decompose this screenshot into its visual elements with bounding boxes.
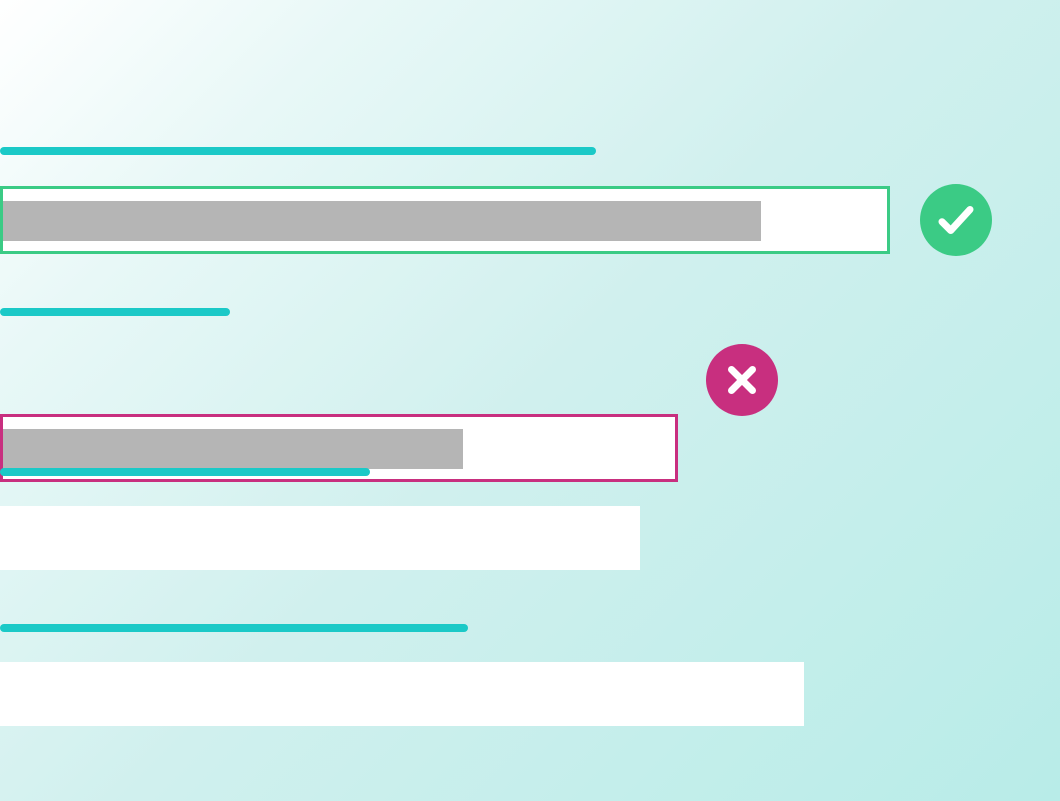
valid-input-box [0, 186, 890, 254]
invalid-input-fill [3, 429, 463, 469]
placeholder-line-4 [0, 624, 468, 632]
check-icon [920, 184, 992, 256]
valid-input-fill [3, 201, 761, 241]
placeholder-line-1 [0, 147, 596, 155]
neutral-input-box-2 [0, 662, 804, 726]
cross-icon [706, 344, 778, 416]
neutral-input-box-1 [0, 506, 640, 570]
placeholder-line-2 [0, 308, 230, 316]
placeholder-line-3 [0, 468, 370, 476]
